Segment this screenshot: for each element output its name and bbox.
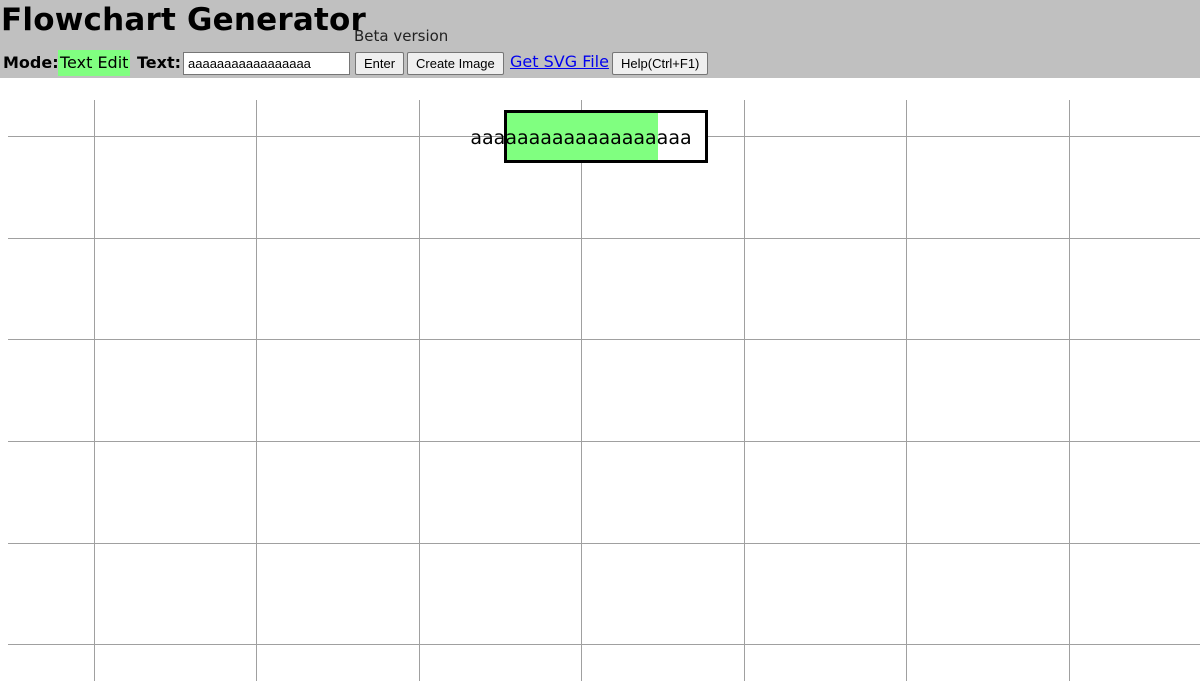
get-svg-file-link[interactable]: Get SVG File xyxy=(510,52,609,71)
enter-button[interactable]: Enter xyxy=(355,52,405,75)
flowchart-canvas[interactable]: aaaaaaaaaaaaaaaaaaa xyxy=(0,78,1200,681)
create-image-button[interactable]: Create Image xyxy=(407,52,504,75)
app-header: Flowchart Generator Beta version Mode: T… xyxy=(0,0,1200,78)
mode-value: Text Edit xyxy=(58,50,131,76)
grid xyxy=(8,100,1200,681)
node-text: aaaaaaaaaaaaaaaaaaa xyxy=(470,127,691,149)
app-title: Flowchart Generator xyxy=(1,2,366,38)
help-button[interactable]: Help(Ctrl+F1) xyxy=(612,52,709,75)
text-input[interactable] xyxy=(183,52,350,75)
canvas-svg[interactable]: aaaaaaaaaaaaaaaaaaa xyxy=(0,78,1200,681)
toolbar: Mode: Text Edit Text: Enter Create Image… xyxy=(0,50,1200,77)
flowchart-node[interactable]: aaaaaaaaaaaaaaaaaaa xyxy=(470,110,708,163)
text-label: Text: xyxy=(137,53,182,72)
mode-label: Mode: xyxy=(3,53,59,72)
app-subtitle: Beta version xyxy=(354,27,449,45)
